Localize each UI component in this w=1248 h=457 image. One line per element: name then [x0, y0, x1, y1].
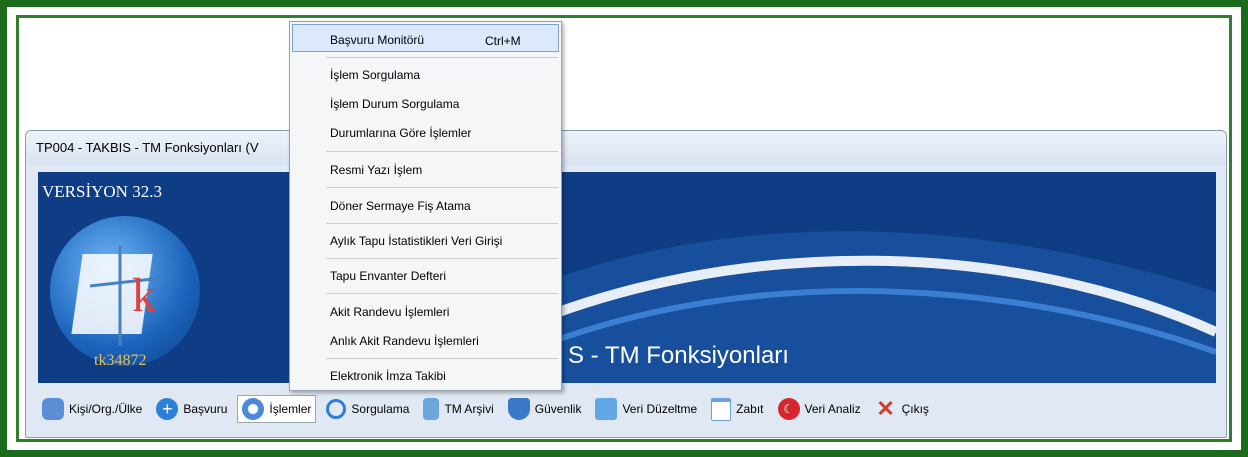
- close-icon: ✕: [876, 396, 895, 421]
- window-titlebar[interactable]: TP004 - TAKBIS - TM Fonksiyonları (V: [26, 131, 1226, 165]
- menu-separator: [326, 151, 558, 152]
- menu-item-anlik-akit-randevu-islemleri[interactable]: Anlık Akit Randevu İşlemleri: [330, 334, 479, 348]
- toolbar-zabit[interactable]: Zabıt: [707, 395, 767, 423]
- menu-item-basvuru-monitoru[interactable]: Başvuru Monitörü: [330, 33, 424, 47]
- toolbar-label: Kişi/Org./Ülke: [69, 402, 143, 416]
- menu-separator: [326, 223, 558, 224]
- takbis-logo-icon: k: [50, 216, 200, 366]
- menu-item-elektronik-imza-takibi[interactable]: Elektronik İmza Takibi: [330, 369, 446, 383]
- document-icon: [711, 397, 732, 421]
- toolbar-label: Veri Düzeltme: [622, 402, 698, 416]
- folder-icon: [595, 398, 618, 420]
- menu-separator: [326, 187, 558, 188]
- menu-item-akit-randevu-islemleri[interactable]: Akit Randevu İşlemleri: [330, 305, 449, 319]
- shield-icon: [507, 398, 530, 420]
- plus-circle-icon: +: [156, 398, 179, 420]
- menu-item-tapu-envanter-defteri[interactable]: Tapu Envanter Defteri: [330, 269, 446, 283]
- menu-item-islem-durum-sorgulama[interactable]: İşlem Durum Sorgulama: [330, 97, 459, 111]
- menu-separator: [326, 293, 558, 294]
- toolbar-tm-arsivi[interactable]: TM Arşivi: [419, 395, 497, 423]
- toolbar-label: Sorgulama: [351, 402, 410, 416]
- main-toolbar: Kişi/Org./Ülke + Başvuru İşlemler Sorgul…: [38, 389, 1216, 429]
- gear-icon: [242, 398, 265, 420]
- menu-shortcut: Ctrl+M: [485, 34, 521, 48]
- toolbar-basvuru[interactable]: + Başvuru: [152, 395, 231, 423]
- app-banner: VERSİYON 32.3 k tk34872 S - TM Fonksiyon…: [38, 172, 1216, 383]
- database-icon: [423, 398, 440, 420]
- menu-separator: [326, 358, 558, 359]
- turkey-flag-icon: ☾: [777, 398, 800, 420]
- menu-item-resmi-yazi-islem[interactable]: Resmi Yazı İşlem: [330, 163, 422, 177]
- users-icon: [42, 398, 64, 420]
- toolbar-label: Zabıt: [736, 402, 764, 416]
- toolbar-label: Güvenlik: [534, 402, 582, 416]
- toolbar-label: Veri Analiz: [804, 402, 861, 416]
- toolbar-veri-analiz[interactable]: ☾ Veri Analiz: [774, 395, 865, 423]
- banner-title: S - TM Fonksiyonları: [568, 342, 789, 369]
- menu-item-islem-sorgulama[interactable]: İşlem Sorgulama: [330, 68, 420, 82]
- user-code: tk34872: [94, 352, 147, 369]
- toolbar-islemler[interactable]: İşlemler: [237, 395, 317, 423]
- toolbar-sorgulama[interactable]: Sorgulama: [322, 395, 413, 423]
- app-window: TP004 - TAKBIS - TM Fonksiyonları (V VER…: [25, 130, 1227, 438]
- toolbar-kisi-org-ulke[interactable]: Kişi/Org./Ülke: [38, 395, 146, 423]
- menu-separator: [326, 258, 558, 259]
- toolbar-label: İşlemler: [269, 402, 312, 416]
- toolbar-guvenlik[interactable]: Güvenlik: [504, 395, 586, 423]
- toolbar-veri-duzeltme[interactable]: Veri Düzeltme: [591, 395, 701, 423]
- islemler-dropdown-menu: Ctrl+M Başvuru Monitörü İşlem Sorgulama …: [289, 21, 562, 391]
- menu-separator: [326, 57, 558, 58]
- toolbar-label: Çıkış: [901, 402, 929, 416]
- menu-item-aylik-tapu-istatistikleri[interactable]: Aylık Tapu İstatistikleri Veri Girişi: [330, 234, 502, 248]
- svg-text:k: k: [132, 269, 156, 322]
- window-title: TP004 - TAKBIS - TM Fonksiyonları (V: [36, 140, 259, 155]
- version-label: VERSİYON 32.3: [42, 182, 162, 201]
- menu-item-doner-sermaye-fis-atama[interactable]: Döner Sermaye Fiş Atama: [330, 199, 471, 213]
- menu-item-durumlarina-gore-islemler[interactable]: Durumlarına Göre İşlemler: [330, 126, 471, 140]
- toolbar-label: Başvuru: [183, 402, 228, 416]
- toolbar-cikis[interactable]: ✕ Çıkış: [871, 395, 933, 423]
- search-icon: [326, 399, 347, 419]
- toolbar-label: TM Arşivi: [444, 402, 494, 416]
